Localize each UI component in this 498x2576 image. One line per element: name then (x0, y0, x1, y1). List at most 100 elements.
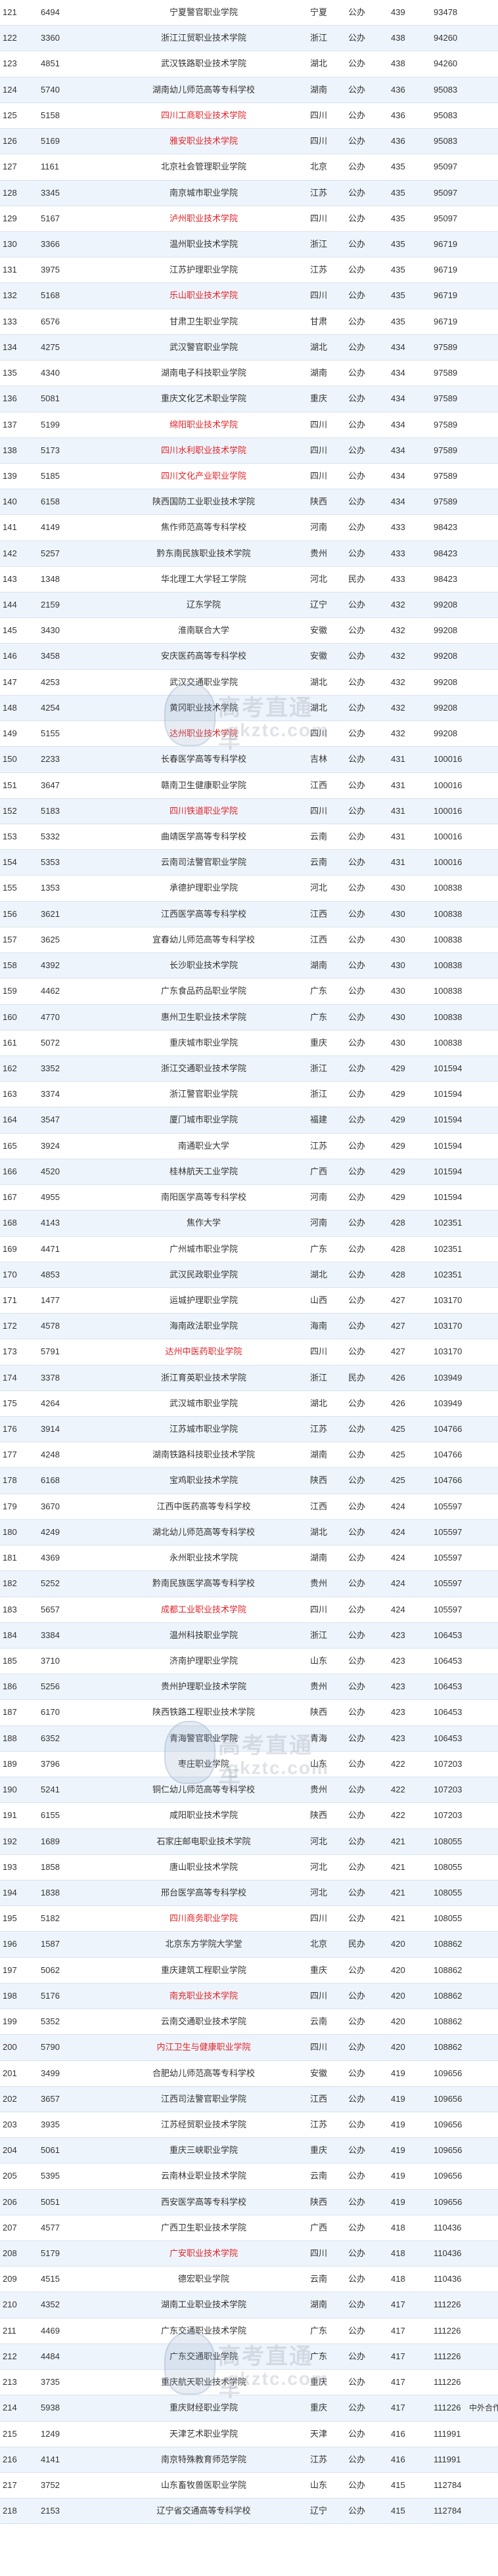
min-score-cell: 425 (391, 1475, 405, 1486)
ownership-cell: 公办 (348, 651, 366, 661)
min-score-cell: 435 (391, 290, 405, 301)
school-name-cell: 湖南工业职业技术学院 (160, 2299, 246, 2310)
rank-cell: 123 (3, 58, 17, 69)
ownership-cell: 公办 (348, 2403, 366, 2413)
table-row: 124 5740 湖南幼儿师范高等专科学校 湖南 公办 436 95083 (0, 77, 498, 103)
province-cell: 云南 (309, 2016, 327, 2027)
school-code-cell: 5353 (41, 857, 60, 868)
min-score-cell: 423 (391, 1656, 405, 1666)
rank-cell: 218 (3, 2506, 17, 2516)
ownership-cell: 公办 (348, 832, 366, 841)
min-score-cell: 429 (391, 1063, 405, 1073)
min-rank-cell: 100016 (434, 805, 463, 816)
province-cell: 湖北 (309, 1526, 327, 1537)
min-rank-cell: 105597 (434, 1526, 463, 1537)
ownership-cell: 公办 (348, 1630, 366, 1640)
province-cell: 四川 (309, 470, 327, 481)
ownership-cell: 公办 (348, 1011, 366, 1022)
school-code-cell: 1858 (41, 1861, 60, 1872)
ownership-cell: 公办 (348, 1526, 366, 1537)
min-score-cell: 435 (391, 162, 405, 172)
ownership-cell: 公办 (348, 1965, 366, 1975)
table-row: 210 4352 湖南工业职业技术学院 湖南 公办 417 111226 (0, 2292, 498, 2319)
min-score-cell: 418 (391, 2222, 405, 2232)
rank-cell: 159 (3, 986, 17, 996)
school-code-cell: 5168 (41, 290, 60, 301)
rank-cell: 213 (3, 2377, 17, 2387)
school-name-cell: 西安医学高等专科学校 (160, 2196, 246, 2207)
min-rank-cell: 108862 (434, 2016, 463, 2027)
min-score-cell: 435 (391, 316, 405, 326)
rank-cell: 214 (3, 2403, 17, 2413)
school-name-cell: 武汉警官职业学院 (169, 342, 238, 352)
rank-cell: 200 (3, 2042, 17, 2053)
province-cell: 山东 (309, 1758, 327, 1769)
table-row: 204 5061 重庆三峡职业学院 重庆 公办 419 109656 (0, 2138, 498, 2164)
rank-cell: 186 (3, 1681, 17, 1692)
school-name-cell: 浙江警官职业学院 (169, 1089, 238, 1099)
min-rank-cell: 100838 (434, 1011, 463, 1022)
school-code-cell: 4340 (41, 368, 60, 378)
school-code-cell: 1838 (41, 1887, 60, 1898)
school-code-cell: 4275 (41, 342, 60, 352)
school-name-cell: 陕西国防工业职业技术学院 (152, 497, 255, 507)
min-score-cell: 435 (391, 265, 405, 275)
ownership-cell: 公办 (348, 1656, 366, 1666)
ownership-cell: 公办 (348, 7, 366, 17)
school-code-cell: 5791 (41, 1346, 60, 1357)
table-row: 186 5256 贵州护理职业技术学院 贵州 公办 423 106453 (0, 1674, 498, 1700)
school-code-cell: 3935 (41, 2119, 60, 2129)
ownership-cell: 公办 (348, 1192, 366, 1203)
min-score-cell: 432 (391, 600, 405, 610)
province-cell: 陕西 (309, 1810, 327, 1821)
province-cell: 重庆 (309, 1965, 327, 1975)
ownership-cell: 公办 (348, 238, 366, 249)
table-row: 172 4578 海南政法职业学院 海南 公办 427 103170 (0, 1314, 498, 1340)
min-rank-cell: 99208 (434, 702, 458, 713)
ownership-cell: 公办 (348, 2428, 366, 2439)
ownership-cell: 公办 (348, 1553, 366, 1563)
rank-cell: 190 (3, 1785, 17, 1795)
province-cell: 江西 (309, 780, 327, 790)
rank-cell: 150 (3, 754, 17, 765)
table-row: 147 4253 武汉交通职业学院 湖北 公办 432 99208 (0, 670, 498, 696)
ownership-cell: 公办 (348, 805, 366, 816)
min-rank-cell: 101594 (434, 1063, 463, 1073)
min-score-cell: 417 (391, 2403, 405, 2413)
rank-cell: 209 (3, 2274, 17, 2284)
table-row: 150 2233 长春医学高等专科学校 吉林 公办 431 100016 (0, 747, 498, 773)
min-score-cell: 420 (391, 1939, 405, 1949)
table-row: 196 1587 北京东方学院大学堂 北京 民办 420 108862 (0, 1932, 498, 1958)
table-row: 121 6494 宁夏警官职业学院 宁夏 公办 439 93478 (0, 0, 498, 26)
rank-cell: 125 (3, 110, 17, 120)
ownership-cell: 公办 (348, 290, 366, 301)
min-rank-cell: 109656 (434, 2196, 463, 2207)
province-cell: 福建 (309, 1115, 327, 1125)
rank-cell: 172 (3, 1321, 17, 1331)
school-name-cell: 运城护理职业学院 (169, 1295, 238, 1305)
table-row: 187 6170 陕西铁路工程职业技术学院 陕西 公办 423 106453 (0, 1700, 498, 1726)
table-row: 135 4340 湖南电子科技职业学院 湖南 公办 434 97589 (0, 361, 498, 387)
province-cell: 重庆 (309, 2145, 327, 2156)
school-code-cell: 5252 (41, 1578, 60, 1589)
min-score-cell: 434 (391, 342, 405, 352)
min-score-cell: 428 (391, 1218, 405, 1228)
min-score-cell: 417 (391, 2351, 405, 2361)
rank-cell: 149 (3, 728, 17, 739)
school-name-cell: 甘肃卫生职业学院 (169, 316, 238, 326)
province-cell: 广东 (309, 1011, 327, 1022)
min-rank-cell: 108862 (434, 1990, 463, 2001)
table-row: 158 4392 长沙职业技术学院 湖南 公办 430 100838 (0, 953, 498, 979)
min-score-cell: 420 (391, 2016, 405, 2027)
min-rank-cell: 99208 (434, 728, 458, 739)
school-code-cell: 4770 (41, 1011, 60, 1022)
ownership-cell: 公办 (348, 1037, 366, 1048)
ownership-cell: 公办 (348, 1424, 366, 1434)
table-row: 141 4149 焦作师范高等专科学校 河南 公办 433 98423 (0, 515, 498, 541)
province-cell: 云南 (309, 832, 327, 841)
province-cell: 四川 (309, 136, 327, 146)
ownership-cell: 公办 (348, 986, 366, 996)
school-code-cell: 5332 (41, 832, 60, 841)
note-cell: 中外合作办学 (469, 2403, 498, 2413)
rank-cell: 175 (3, 1398, 17, 1408)
